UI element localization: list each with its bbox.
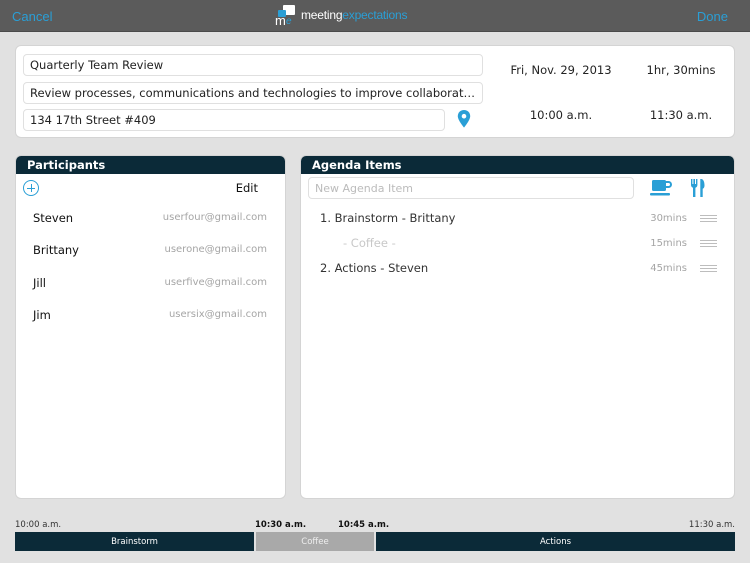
- add-participant-button[interactable]: [23, 180, 39, 196]
- agenda-timeline: 10:00 a.m. 10:30 a.m. 10:45 a.m. 11:30 a…: [15, 520, 735, 555]
- participant-email: userfour@gmail.com: [162, 212, 267, 223]
- location-pin-icon[interactable]: [457, 110, 471, 128]
- timeline-segment-coffee[interactable]: Coffee: [256, 532, 374, 551]
- drag-handle-icon[interactable]: [700, 265, 717, 273]
- agenda-item-duration: 30mins: [650, 213, 687, 224]
- agenda-item-title: 2. Actions - Steven: [320, 261, 429, 275]
- meeting-title-field[interactable]: Quarterly Team Review: [23, 54, 483, 76]
- meeting-description-field[interactable]: Review processes, communications and tec…: [23, 82, 483, 104]
- participant-email: userfive@gmail.com: [164, 277, 268, 288]
- agenda-header: Agenda Items: [301, 156, 734, 174]
- participant-row[interactable]: Brittany userone@gmail.com: [16, 241, 285, 261]
- participant-name: Jill: [33, 276, 46, 290]
- meeting-duration: 1hr, 30mins: [646, 63, 716, 77]
- participants-header: Participants: [16, 156, 285, 174]
- agenda-item-duration: 45mins: [650, 263, 687, 274]
- coffee-break-icon[interactable]: [650, 179, 672, 197]
- timeline-segment-actions[interactable]: Actions: [376, 532, 735, 551]
- drag-handle-icon[interactable]: [700, 240, 717, 248]
- meeting-location-field[interactable]: 134 17th Street #409: [23, 109, 445, 131]
- agenda-item-row[interactable]: 1. Brainstorm - Brittany 30mins: [301, 209, 734, 229]
- new-agenda-item-input[interactable]: New Agenda Item: [308, 177, 634, 199]
- timeline-time-label: 11:30 a.m.: [688, 520, 735, 530]
- top-navigation-bar: Cancel m e meetingexpectations Done: [0, 0, 750, 32]
- cancel-button[interactable]: Cancel: [12, 9, 52, 24]
- agenda-break-row[interactable]: - Coffee - 15mins: [301, 234, 734, 254]
- edit-participants-button[interactable]: Edit: [236, 181, 258, 195]
- agenda-panel: Agenda Items New Agenda Item 1. Brainsto…: [300, 155, 735, 499]
- agenda-item-row[interactable]: 2. Actions - Steven 45mins: [301, 259, 734, 279]
- participant-email: userone@gmail.com: [164, 244, 267, 255]
- timeline-time-label: 10:00 a.m.: [15, 520, 62, 530]
- participant-name: Steven: [33, 211, 74, 225]
- logo-mark-icon: m e: [275, 4, 297, 28]
- meeting-date[interactable]: Fri, Nov. 29, 2013: [496, 63, 626, 77]
- drag-handle-icon[interactable]: [700, 215, 717, 223]
- meeting-end-time[interactable]: 11:30 a.m.: [631, 108, 731, 122]
- agenda-item-duration: 15mins: [650, 238, 687, 249]
- agenda-item-title: - Coffee -: [343, 236, 396, 250]
- app-logo: m e meetingexpectations: [275, 4, 407, 28]
- meeting-details-card: Quarterly Team Review Review processes, …: [15, 45, 735, 138]
- participants-panel: Participants Edit Steven userfour@gmail.…: [15, 155, 286, 499]
- participant-row[interactable]: Jim usersix@gmail.com: [16, 306, 285, 326]
- participant-name: Brittany: [33, 243, 79, 257]
- meeting-start-time[interactable]: 10:00 a.m.: [496, 108, 626, 122]
- agenda-item-title: 1. Brainstorm - Brittany: [320, 211, 456, 225]
- participant-email: usersix@gmail.com: [168, 309, 267, 320]
- timeline-time-label: 10:30 a.m.: [255, 520, 307, 530]
- logo-wordmark: meetingexpectations: [301, 8, 408, 22]
- participant-row[interactable]: Jill userfive@gmail.com: [16, 274, 285, 294]
- timeline-segment-brainstorm[interactable]: Brainstorm: [15, 532, 254, 551]
- timeline-time-label: 10:45 a.m.: [338, 520, 390, 530]
- meal-break-icon[interactable]: [690, 179, 706, 197]
- participant-row[interactable]: Steven userfour@gmail.com: [16, 209, 285, 229]
- participant-name: Jim: [33, 308, 51, 322]
- done-button[interactable]: Done: [697, 9, 728, 24]
